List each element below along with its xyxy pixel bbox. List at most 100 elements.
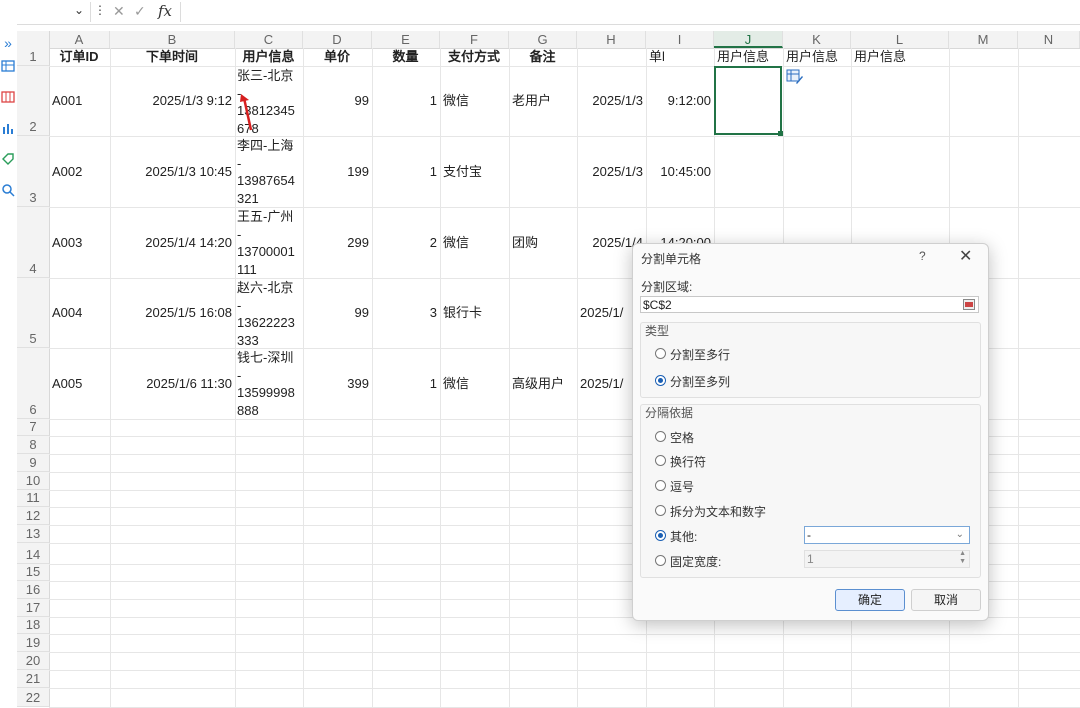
row-header-13[interactable]: 13 xyxy=(17,525,50,543)
expand-icon[interactable]: » xyxy=(0,35,16,51)
row-header-20[interactable]: 20 xyxy=(17,652,50,670)
cell-quantity[interactable]: 1 xyxy=(375,163,437,181)
row-header-6[interactable]: 6 xyxy=(17,348,50,419)
cell-note[interactable] xyxy=(512,304,574,322)
row-header-7[interactable]: 7 xyxy=(17,419,50,436)
cell-order-time[interactable]: 2025/1/3 10:45 xyxy=(113,163,232,181)
column-header-a[interactable]: A xyxy=(49,31,110,48)
cell-payment[interactable]: 支付宝 xyxy=(443,163,506,181)
cell-price[interactable]: 399 xyxy=(306,375,369,393)
cell-quantity[interactable]: 2 xyxy=(375,234,437,252)
tag-icon[interactable] xyxy=(0,152,16,168)
search-icon[interactable] xyxy=(0,183,16,199)
confirm-icon[interactable]: ✓ xyxy=(134,3,146,20)
radio-split-rows[interactable] xyxy=(655,348,666,359)
column-header-j[interactable]: J xyxy=(714,31,783,48)
cell-user-info[interactable]: 钱七-深圳 - 13599998 888 xyxy=(237,349,301,418)
cell-payment[interactable]: 微信 xyxy=(443,92,506,110)
row-header-12[interactable]: 12 xyxy=(17,507,50,525)
chart-icon[interactable] xyxy=(0,121,16,137)
row-header-14[interactable]: 14 xyxy=(17,543,50,564)
cell-order-time[interactable]: 2025/1/3 9:12 xyxy=(113,92,232,110)
column-header-f[interactable]: F xyxy=(440,31,509,48)
column-header-d[interactable]: D xyxy=(303,31,372,48)
cell-payment[interactable]: 微信 xyxy=(443,375,506,393)
radio-space[interactable] xyxy=(655,431,666,442)
cell-date[interactable]: 2025/1/3 xyxy=(580,92,643,110)
row-header-5[interactable]: 5 xyxy=(17,278,50,348)
row-header-2[interactable]: 2 xyxy=(17,66,50,136)
radio-split-columns[interactable] xyxy=(655,375,666,386)
header-cell-j[interactable]: 用户信息 xyxy=(714,48,785,66)
cell-order-id[interactable]: A002 xyxy=(52,163,107,181)
range-input[interactable]: $C$2 xyxy=(640,296,979,313)
cell-user-info[interactable]: 王五-广州 - 13700001 111 xyxy=(237,208,301,277)
cancel-icon[interactable]: ✕ xyxy=(113,3,125,20)
cell-time[interactable]: 10:45:00 xyxy=(649,163,711,181)
close-icon[interactable]: ✕ xyxy=(959,246,972,266)
cell-time[interactable]: 9:12:00 xyxy=(649,92,711,110)
column-header-m[interactable]: M xyxy=(949,31,1018,48)
row-header-21[interactable]: 21 xyxy=(17,670,50,688)
row-header-10[interactable]: 10 xyxy=(17,472,50,490)
cell-note[interactable]: 高级用户 xyxy=(512,375,574,393)
header-cell-f[interactable]: 支付方式 xyxy=(440,48,508,66)
row-header-11[interactable]: 11 xyxy=(17,490,50,507)
range-select-icon[interactable] xyxy=(963,299,975,310)
cell-order-id[interactable]: A004 xyxy=(52,304,107,322)
row-header-15[interactable]: 15 xyxy=(17,564,50,581)
cell-note[interactable]: 团购 xyxy=(512,234,574,252)
column-header-e[interactable]: E xyxy=(372,31,440,48)
cell-order-time[interactable]: 2025/1/4 14:20 xyxy=(113,234,232,252)
radio-fixed-width[interactable] xyxy=(655,555,666,566)
header-cell-i[interactable]: 单l xyxy=(646,48,716,66)
cell-order-time[interactable]: 2025/1/6 11:30 xyxy=(113,375,232,393)
select-all-corner[interactable] xyxy=(17,31,50,49)
row-header-16[interactable]: 16 xyxy=(17,581,50,599)
column-header-i[interactable]: I xyxy=(646,31,714,48)
fixed-width-input[interactable]: 1 ▲ ▼ xyxy=(804,550,970,568)
radio-text-number[interactable] xyxy=(655,505,666,516)
header-cell-l[interactable]: 用户信息 xyxy=(851,48,951,66)
header-cell-e[interactable]: 数量 xyxy=(372,48,439,66)
fx-icon[interactable]: fx xyxy=(158,2,172,20)
header-cell-g[interactable]: 备注 xyxy=(509,48,576,66)
column-header-n[interactable]: N xyxy=(1018,31,1080,48)
column-header-h[interactable]: H xyxy=(577,31,646,48)
ok-button[interactable]: 确定 xyxy=(835,589,905,611)
column-header-b[interactable]: B xyxy=(110,31,235,48)
cell-quantity[interactable]: 3 xyxy=(375,304,437,322)
cell-price[interactable]: 299 xyxy=(306,234,369,252)
row-header-4[interactable]: 4 xyxy=(17,207,50,278)
cell-price[interactable]: 199 xyxy=(306,163,369,181)
cell-quantity[interactable]: 1 xyxy=(375,375,437,393)
cell-price[interactable]: 99 xyxy=(306,304,369,322)
row-header-3[interactable]: 3 xyxy=(17,136,50,207)
cell-payment[interactable]: 银行卡 xyxy=(443,304,506,322)
cell-payment[interactable]: 微信 xyxy=(443,234,506,252)
radio-newline[interactable] xyxy=(655,455,666,466)
row-header-17[interactable]: 17 xyxy=(17,599,50,617)
cell-order-time[interactable]: 2025/1/5 16:08 xyxy=(113,304,232,322)
fill-handle[interactable] xyxy=(778,131,783,136)
cell-user-info[interactable]: 赵六-北京 - 13622223 333 xyxy=(237,279,301,347)
chevron-down-icon[interactable]: ⌄ xyxy=(74,3,84,17)
cell-quantity[interactable]: 1 xyxy=(375,92,437,110)
header-cell-k[interactable]: 用户信息 xyxy=(783,48,853,66)
column-header-c[interactable]: C xyxy=(235,31,303,48)
other-delimiter-input[interactable]: - ⌄ xyxy=(804,526,970,544)
cell-price[interactable]: 99 xyxy=(306,92,369,110)
row-header-9[interactable]: 9 xyxy=(17,454,50,472)
name-box[interactable]: ⌄ xyxy=(0,2,91,22)
header-cell-d[interactable]: 单价 xyxy=(303,48,371,66)
header-cell-c[interactable]: 用户信息 xyxy=(235,48,302,66)
chevron-down-icon[interactable]: ⌄ xyxy=(956,527,964,543)
cell-order-id[interactable]: A005 xyxy=(52,375,107,393)
cell-note[interactable]: 老用户 xyxy=(512,92,574,110)
selected-cell-J2[interactable] xyxy=(714,66,782,135)
column-header-k[interactable]: K xyxy=(783,31,851,48)
cell-date[interactable]: 2025/1/3 xyxy=(580,163,643,181)
cell-note[interactable] xyxy=(512,163,574,181)
radio-other[interactable] xyxy=(655,530,666,541)
radio-comma[interactable] xyxy=(655,480,666,491)
